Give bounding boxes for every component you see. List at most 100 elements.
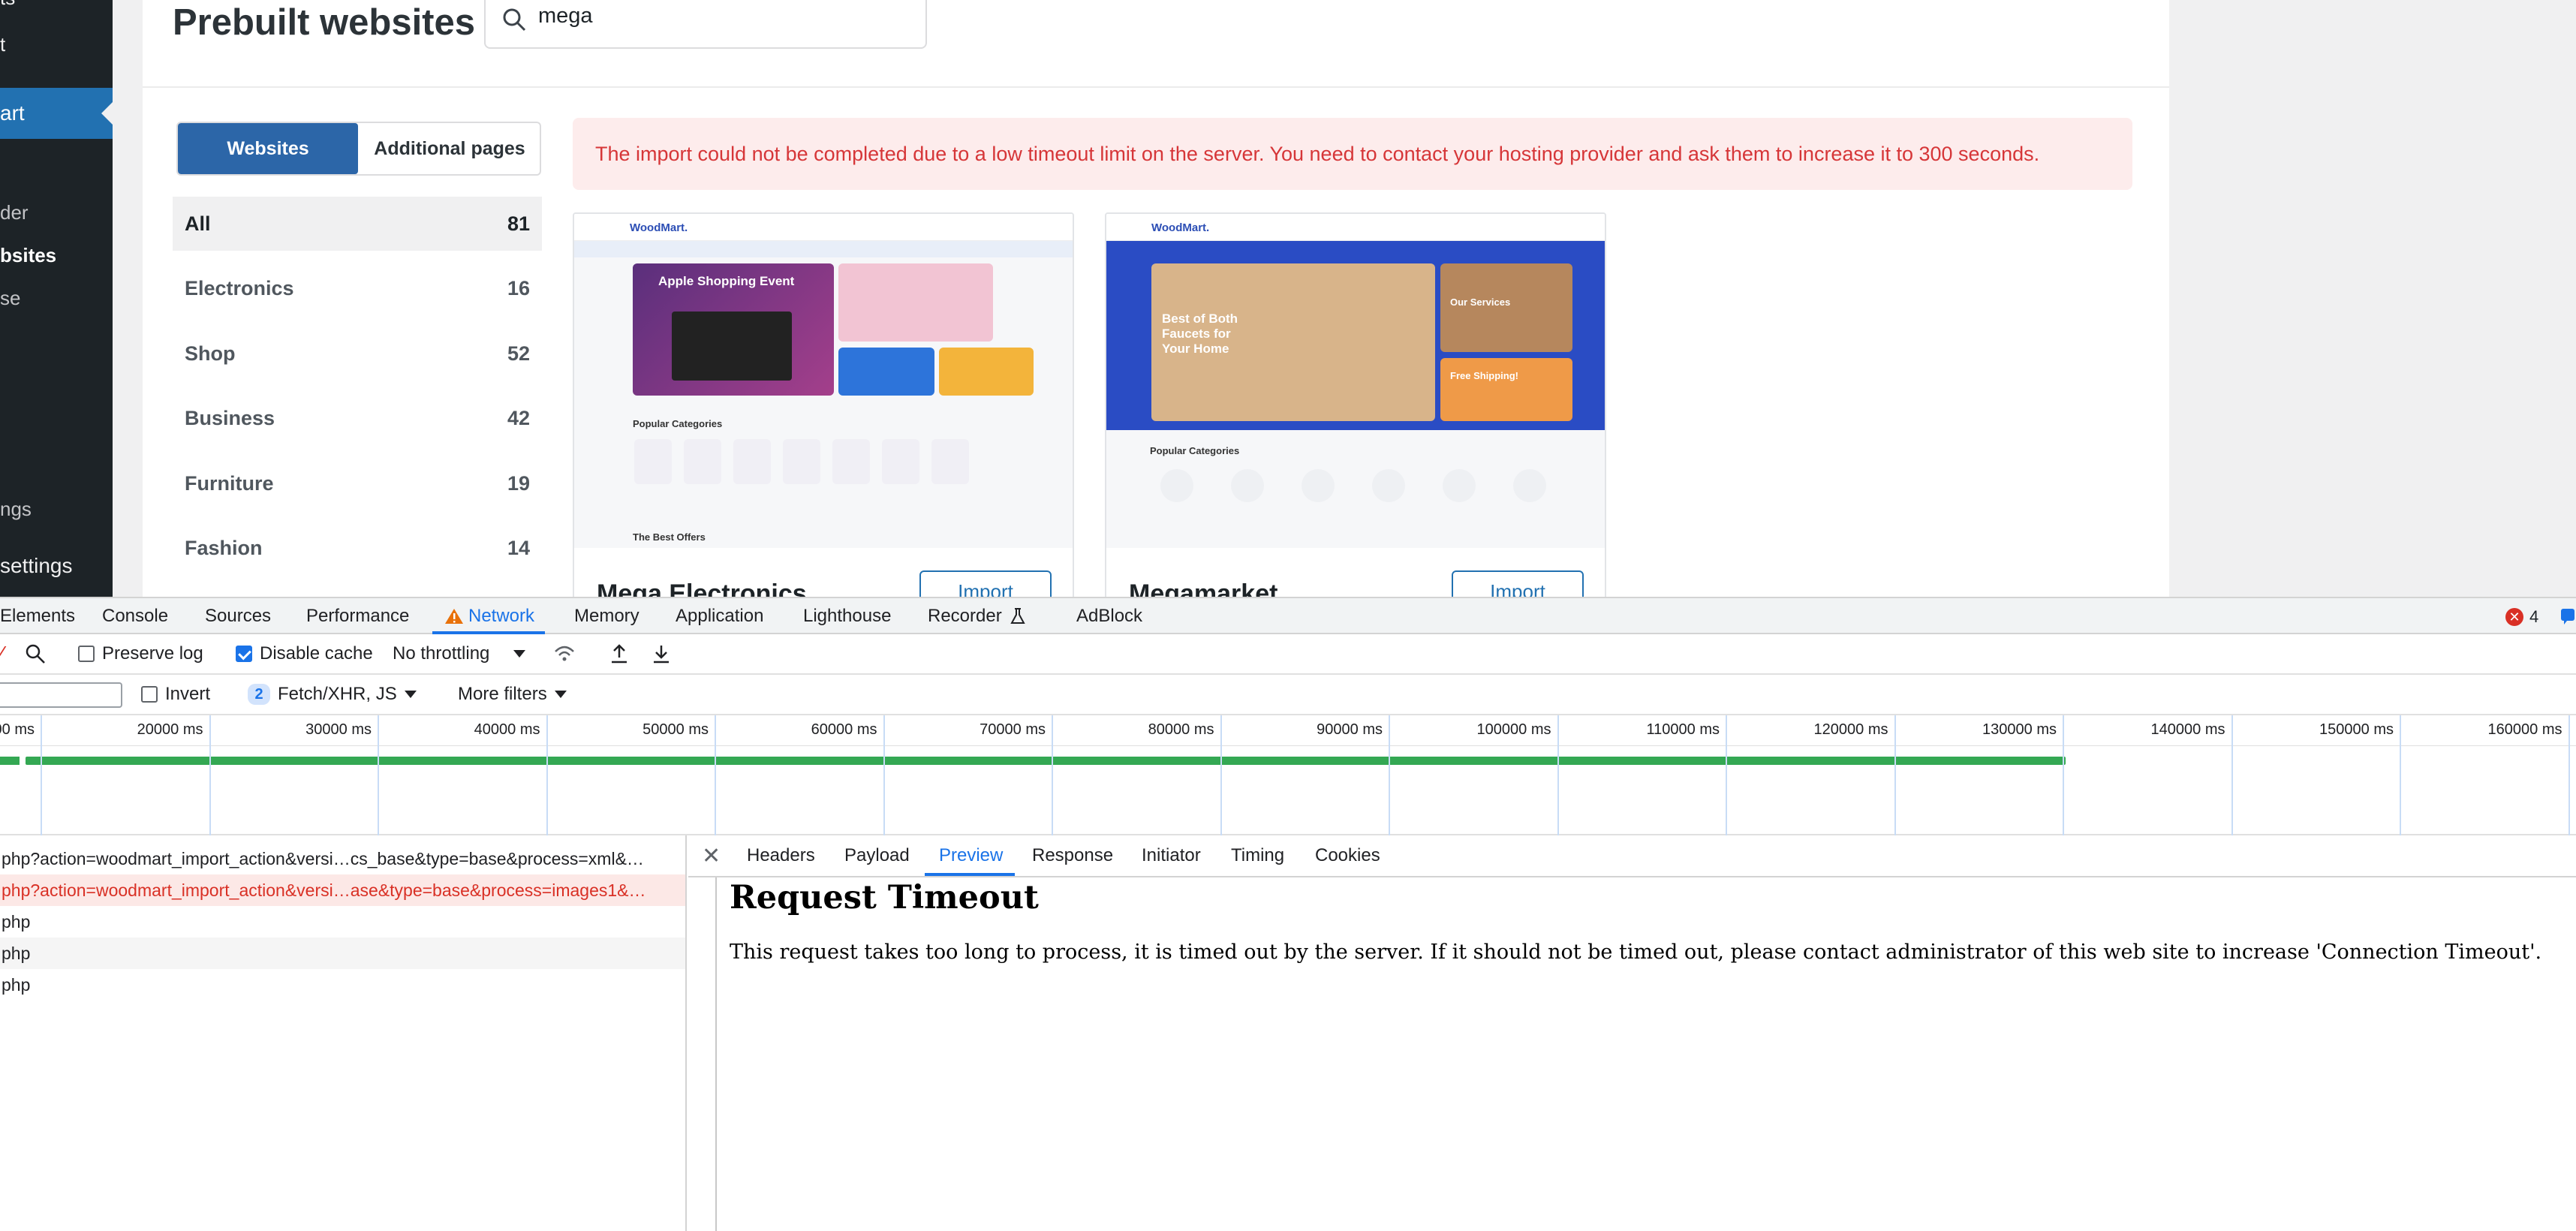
category-count: 14 [507,536,530,559]
error-counter[interactable]: ✕ 4 [2505,607,2538,627]
tab-lighthouse[interactable]: Lighthouse [803,598,891,634]
timeline-gridline [2063,715,2064,835]
timeline-tick-label: 80000 ms [1148,721,1214,738]
category-label: Electronics [185,276,294,299]
timeline-tick-label: 60000 ms [811,721,877,738]
sidebar-item-partial[interactable]: t [0,33,5,56]
request-row-failed[interactable]: php?action=woodmart_import_action&versi…… [0,874,685,906]
timeline-tick-label: 140000 ms [2150,721,2225,738]
mock-cat-5 [832,439,870,484]
timeline-gridline [883,715,885,835]
search-icon[interactable] [24,634,47,673]
category-electronics[interactable]: Electronics 16 [173,261,542,315]
network-conditions-icon[interactable] [552,634,576,673]
admin-sidebar: ts t art der bsites se ngs settings [0,0,113,597]
timeline-gridline [1726,715,1727,835]
flask-icon [1010,608,1025,624]
sidebar-subitem-license[interactable]: se [0,287,20,310]
website-card-mega-electronics[interactable]: WoodMart. Apple Shopping Event Popular C… [573,212,1074,597]
category-furniture[interactable]: Furniture 19 [173,456,542,510]
filter-input[interactable] [0,682,122,708]
request-row[interactable]: php [0,969,685,1001]
category-all[interactable]: All 81 [173,197,542,251]
sidebar-subitem-prebuilt-websites[interactable]: bsites [0,244,56,267]
category-count: 42 [507,406,530,429]
wp-admin-area: ts t art der bsites se ngs settings Preb… [0,0,2576,597]
timeline-gridline [1894,715,1896,835]
tab-headers[interactable]: Headers [747,835,815,876]
download-icon[interactable] [652,634,671,673]
throttling-select[interactable]: No throttling [393,634,526,673]
chevron-down-icon [513,650,526,658]
category-count: 16 [507,276,530,299]
import-button[interactable]: Import [1452,570,1584,597]
upload-icon[interactable] [609,634,629,673]
more-filters-button[interactable]: More filters [458,675,567,714]
mock-side-2 [1440,358,1572,421]
search-field[interactable]: mega [484,0,927,49]
detail-tab-bar: ✕ Headers Payload Preview Response Initi… [688,835,2576,877]
mock-hero-title: Apple Shopping Event [658,274,795,288]
category-label: All [185,212,211,235]
category-shop[interactable]: Shop 52 [173,327,542,381]
issues-icon[interactable] [2559,607,2576,625]
clear-icon[interactable]: ⁄ [0,634,4,673]
tab-sources[interactable]: Sources [205,598,271,634]
request-row[interactable]: php?action=woodmart_import_action&versi…… [0,843,685,874]
mock-cat-3 [733,439,771,484]
timeline-gridline [41,715,42,835]
type-filter-label: Fetch/XHR, JS [278,684,397,704]
sidebar-item-settings[interactable]: settings [0,554,73,578]
request-type-filter[interactable]: 2 Fetch/XHR, JS [248,675,417,714]
sidebar-subitem-settings[interactable]: ngs [0,498,32,521]
tab-application[interactable]: Application [676,598,763,634]
website-thumbnail: WoodMart. Apple Shopping Event Popular C… [574,214,1073,548]
invert-checkbox[interactable]: Invert [141,675,210,714]
timeline-divider [0,745,2576,746]
tab-timing[interactable]: Timing [1231,835,1284,876]
preview-body-text: This request takes too long to process, … [730,941,2542,964]
sidebar-subitem-builder[interactable]: der [0,201,29,224]
disable-cache-checkbox[interactable]: Disable cache [236,634,373,673]
timeline-tick-label: 110000 ms [1646,721,1720,738]
network-timeline[interactable]: 00 ms 20000 ms 30000 ms 40000 ms 50000 ms 600… [0,715,2576,888]
mock-cat-1 [634,439,672,484]
timeline-gridline [2231,715,2233,835]
tab-websites[interactable]: Websites [178,123,358,174]
timeline-gridline [378,715,379,835]
timeline-tick-label: 50000 ms [642,721,709,738]
timeline-tick-label: 130000 ms [1982,721,2057,738]
tab-performance[interactable]: Performance [306,598,409,634]
tab-group: Websites Additional pages [176,122,541,176]
timeline-request-bar [26,757,2066,765]
tab-additional-pages[interactable]: Additional pages [358,123,540,174]
search-input[interactable]: mega [538,3,593,29]
search-icon [501,6,528,37]
tab-recorder[interactable]: Recorder [928,598,1028,634]
tab-initiator[interactable]: Initiator [1142,835,1201,876]
category-label: Fashion [185,536,263,559]
request-row[interactable]: php [0,906,685,938]
category-business[interactable]: Business 42 [173,391,542,445]
active-tab-indicator [925,873,1015,876]
preserve-log-checkbox[interactable]: Preserve log [78,634,203,673]
request-row[interactable]: php [0,938,685,969]
tab-elements[interactable]: Elements [0,598,75,634]
disable-cache-label: Disable cache [260,643,373,664]
tab-console[interactable]: Console [102,598,168,634]
tab-preview[interactable]: Preview [939,835,1003,876]
close-icon[interactable]: ✕ [702,835,721,876]
website-card-megamarket[interactable]: WoodMart. Best of Both Faucets for Your … [1105,212,1606,597]
category-fashion[interactable]: Fashion 14 [173,521,542,575]
tab-cookies[interactable]: Cookies [1315,835,1380,876]
timeline-gridline [1557,715,1559,835]
import-button[interactable]: Import [919,570,1052,597]
sidebar-item-woodmart[interactable]: art [0,88,113,139]
tab-response[interactable]: Response [1032,835,1113,876]
tab-network[interactable]: Network [444,598,534,634]
type-count-badge: 2 [248,684,270,705]
tab-adblock[interactable]: AdBlock [1076,598,1142,634]
sidebar-item-partial-top[interactable]: ts [0,0,15,10]
tab-payload[interactable]: Payload [844,835,910,876]
tab-memory[interactable]: Memory [574,598,639,634]
